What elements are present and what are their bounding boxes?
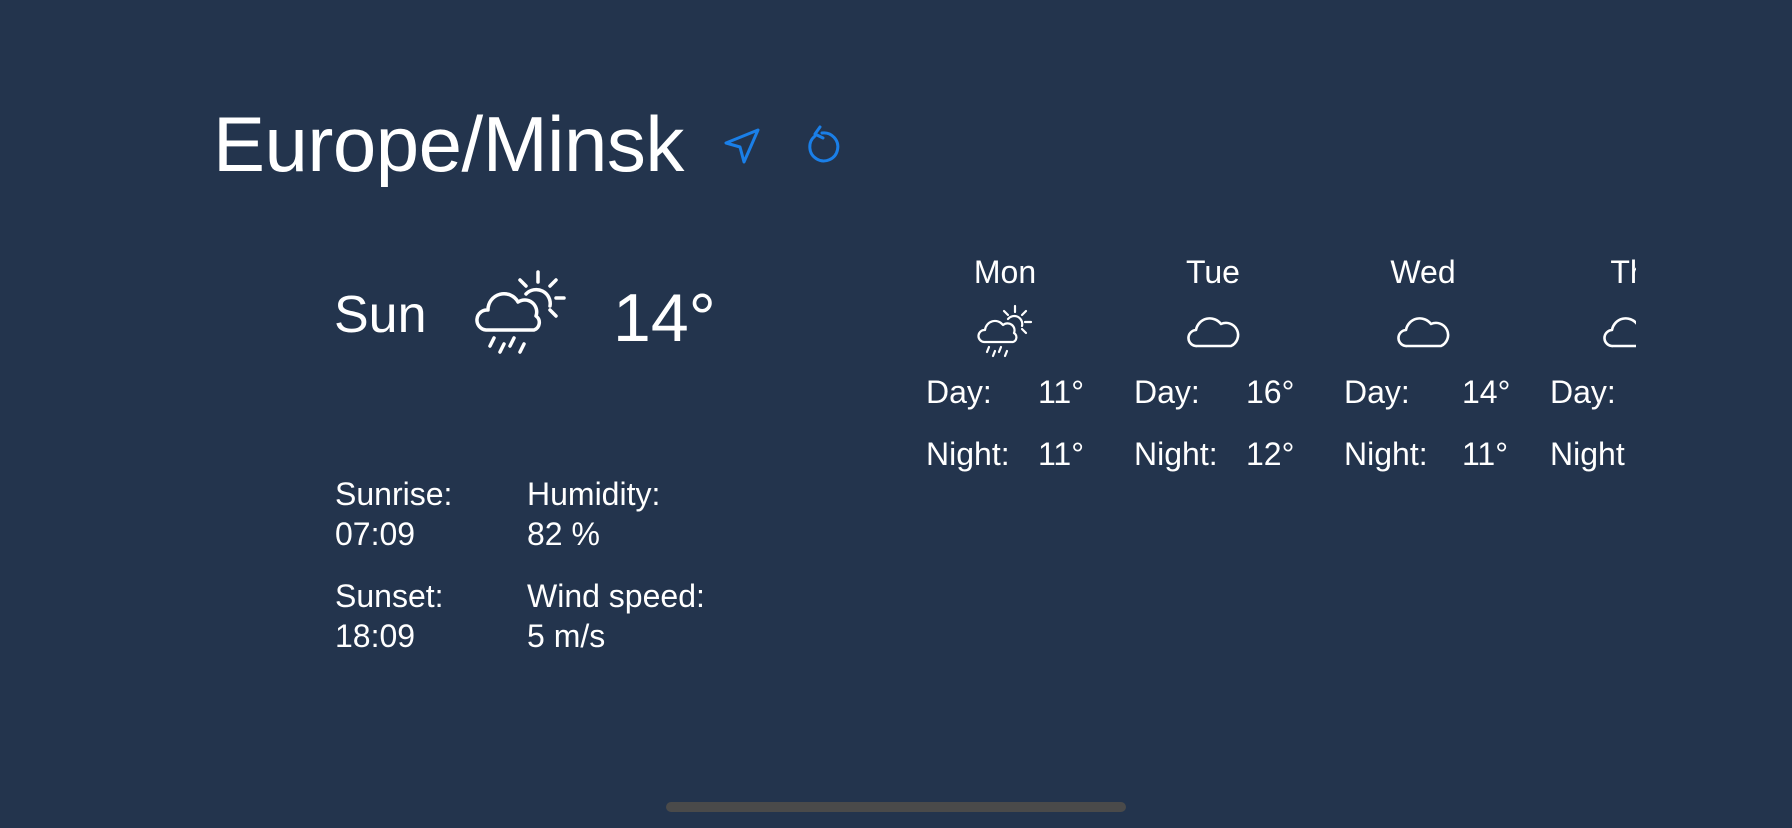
forecast-day-tue: Tue Day: 16° Night: 12°	[1108, 248, 1318, 488]
cloud-icon	[1599, 302, 1636, 362]
forecast-day-label: Day:	[1550, 374, 1616, 410]
forecast-row: Mon Day: 11° Night: 11° Tue Day: 16° Nig…	[900, 248, 1636, 488]
sunset-label: Sunset:	[335, 578, 444, 614]
location-title: Europe/Minsk	[213, 100, 684, 188]
home-indicator[interactable]	[666, 802, 1126, 812]
forecast-day-label: Day:	[1134, 374, 1200, 410]
forecast-day-name: Wed	[1390, 254, 1456, 290]
sunrise-value: 07:09	[335, 516, 416, 552]
forecast-day-label: Day:	[1344, 374, 1410, 410]
forecast-night-label: Night:	[1344, 436, 1428, 472]
forecast-day-name: Th	[1610, 254, 1636, 290]
forecast-night-label: Night	[1550, 436, 1625, 472]
today-day: Sun	[334, 286, 427, 344]
forecast-night-temp: 12°	[1246, 436, 1295, 472]
forecast-night-label: Night:	[1134, 436, 1218, 472]
wind-speed-label: Wind speed:	[527, 578, 705, 614]
forecast-day-wed: Wed Day: 14° Night: 11°	[1318, 248, 1528, 488]
sunrise-label: Sunrise:	[335, 476, 453, 512]
sunset-value: 18:09	[335, 618, 416, 654]
forecast-day-label: Day:	[926, 374, 992, 410]
forecast-night-temp: 11°	[1462, 436, 1509, 472]
location-arrow-icon[interactable]	[718, 122, 766, 170]
partly-cloudy-rain-icon	[975, 302, 1035, 362]
forecast-night-temp: 11°	[1038, 436, 1085, 472]
forecast-scroller[interactable]: Mon Day: 11° Night: 11° Tue Day: 16° Nig…	[900, 248, 1636, 488]
forecast-day-mon: Mon Day: 11° Night: 11°	[900, 248, 1110, 488]
forecast-day-temp: 14°	[1462, 374, 1511, 410]
forecast-night-label: Night:	[926, 436, 1010, 472]
forecast-day-temp: 11°	[1038, 374, 1085, 410]
forecast-day-name: Tue	[1186, 254, 1240, 290]
forecast-day-thu: Th Day: Night	[1524, 248, 1636, 488]
humidity-value: 82 %	[527, 516, 600, 552]
forecast-day-name: Mon	[973, 254, 1037, 290]
refresh-icon[interactable]	[798, 122, 846, 170]
forecast-day-temp: 16°	[1246, 374, 1295, 410]
humidity-label: Humidity:	[527, 476, 661, 512]
today-temperature: 14°	[613, 280, 716, 356]
cloud-icon	[1393, 302, 1453, 362]
wind-speed-value: 5 m/s	[527, 618, 606, 654]
cloud-icon	[1183, 302, 1243, 362]
partly-cloudy-rain-icon	[472, 268, 576, 364]
